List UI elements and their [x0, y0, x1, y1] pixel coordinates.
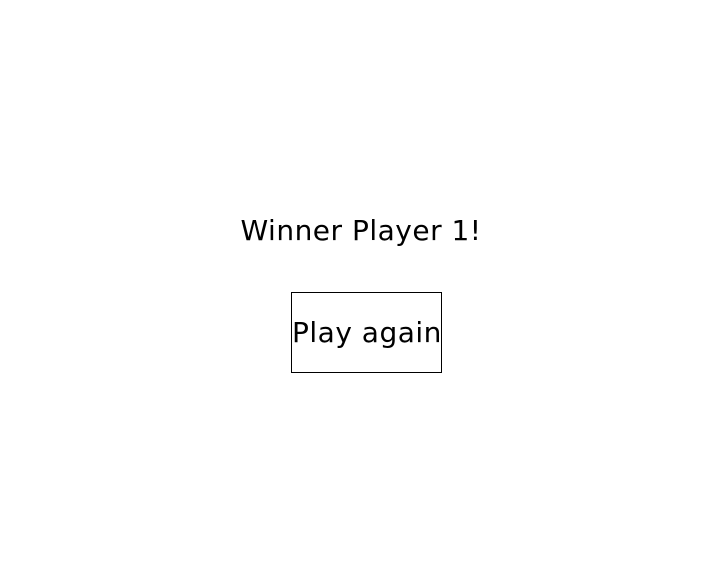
winner-message: Winner Player 1!	[240, 214, 482, 247]
play-again-button[interactable]: Play again	[291, 292, 442, 373]
game-over-screen: Winner Player 1! Play again	[0, 0, 722, 587]
